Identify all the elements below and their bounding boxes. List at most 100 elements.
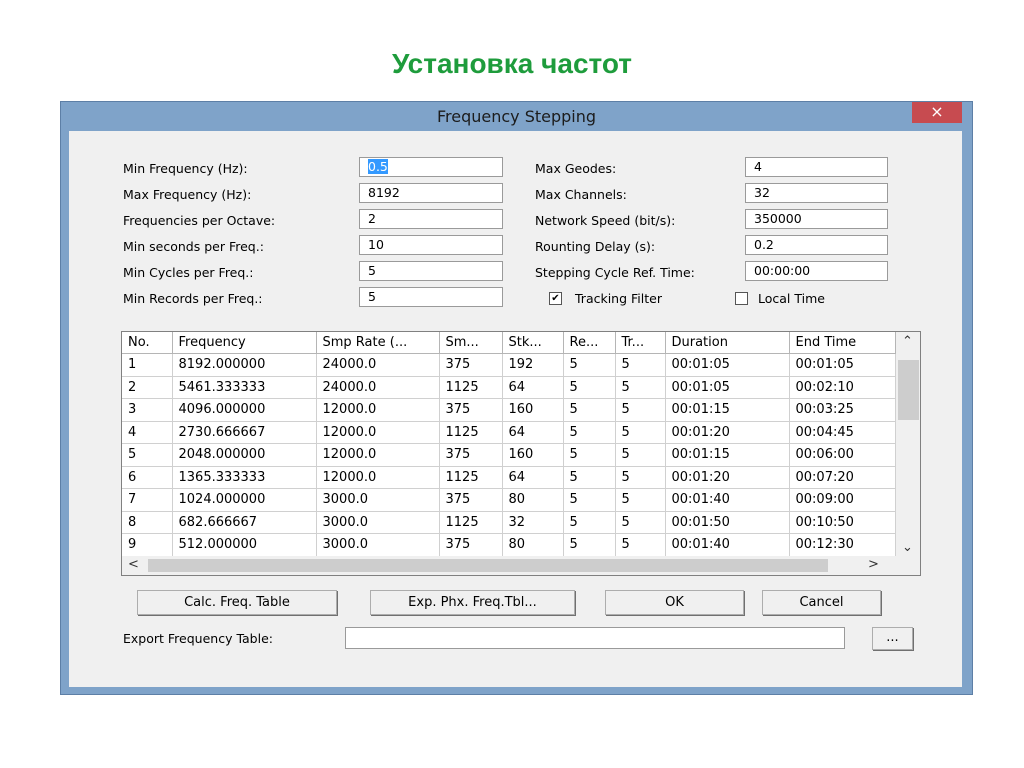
table-cell: 375 [439,533,503,557]
cancel-button[interactable]: Cancel [762,590,881,615]
table-cell: 1024.000000 [172,488,317,512]
table-cell: 5 [563,376,616,399]
table-cell: 3000.0 [316,511,440,534]
table-cell: 1 [122,353,173,377]
min-cycles-field[interactable]: 5 [359,261,503,281]
network-speed-field[interactable]: 350000 [745,209,888,229]
table-cell: 1125 [439,511,503,534]
table-cell: 5 [615,398,666,422]
column-header[interactable]: Tr... [615,332,666,354]
scroll-left-arrow[interactable]: < [128,557,139,572]
close-button[interactable]: × [912,102,962,123]
table-row[interactable]: 9 512.000000 3000.0 375 80 5 5 00:01:40 00:12:30 [122,533,896,557]
table-cell: 5 [563,398,616,422]
table-cell: 4 [122,421,173,444]
max-geodes-field[interactable]: 4 [745,157,888,177]
frequency-stepping-dialog: Frequency Stepping × Min Frequency (Hz):… [60,101,973,695]
min-records-label: Min Records per Freq.: [123,291,263,306]
table-cell: 160 [502,443,564,467]
table-cell: 1365.333333 [172,466,317,489]
table-cell: 8192.000000 [172,353,317,377]
table-row[interactable]: 7 1024.000000 3000.0 375 80 5 5 00:01:40 00:09:0… [122,488,896,512]
table-cell: 00:01:05 [665,376,790,399]
table-cell: 6 [122,466,173,489]
local-time-checkbox[interactable] [735,292,748,305]
table-cell: 2730.666667 [172,421,317,444]
min-frequency-field[interactable]: 0.5 [359,157,503,177]
table-row[interactable]: 3 4096.000000 12000.0 375 160 5 5 00:01:15 00:03… [122,398,896,422]
table-cell: 192 [502,353,564,377]
column-header[interactable]: Stk... [502,332,564,354]
table-row[interactable]: 2 5461.333333 24000.0 1125 64 5 5 00:01:05 00:02… [122,376,896,399]
table-cell: 160 [502,398,564,422]
table-cell: 375 [439,398,503,422]
table-cell: 5 [122,443,173,467]
table-cell: 00:01:40 [665,488,790,512]
table-cell: 5 [615,488,666,512]
max-geodes-label: Max Geodes: [535,161,617,176]
column-header[interactable]: End Time [789,332,896,354]
tracking-filter-checkbox[interactable]: ✔ [549,292,562,305]
min-records-field[interactable]: 5 [359,287,503,307]
table-cell: 375 [439,488,503,512]
max-channels-field[interactable]: 32 [745,183,888,203]
routing-delay-field[interactable]: 0.2 [745,235,888,255]
export-path-field[interactable] [345,627,845,649]
routing-delay-label: Rounting Delay (s): [535,239,656,254]
table-cell: 3000.0 [316,488,440,512]
table-cell: 64 [502,466,564,489]
column-header[interactable]: Duration [665,332,790,354]
table-row[interactable]: 5 2048.000000 12000.0 375 160 5 5 00:01:15 00:06… [122,443,896,467]
horizontal-scrollbar[interactable]: < > [122,556,896,575]
table-cell: 9 [122,533,173,557]
table-cell: 00:02:10 [789,376,896,399]
calc-freq-table-button[interactable]: Calc. Freq. Table [137,590,337,615]
table-row[interactable]: 1 8192.000000 24000.0 375 192 5 5 00:01:05 00:01… [122,353,896,377]
table-cell: 12000.0 [316,398,440,422]
table-cell: 00:01:50 [665,511,790,534]
table-cell: 12000.0 [316,421,440,444]
column-header[interactable]: Re... [563,332,616,354]
frequencies-per-octave-field[interactable]: 2 [359,209,503,229]
table-cell: 5 [615,421,666,444]
scroll-right-arrow[interactable]: > [868,557,879,572]
column-header[interactable]: Frequency [172,332,317,354]
browse-button[interactable]: ... [872,627,913,650]
scroll-down-arrow[interactable]: ⌄ [902,540,913,555]
table-cell: 1125 [439,466,503,489]
table-header-row: No. Frequency Smp Rate (... Sm... Stk... Re..… [122,332,896,354]
min-seconds-field[interactable]: 10 [359,235,503,255]
ok-button[interactable]: OK [605,590,744,615]
min-frequency-label: Min Frequency (Hz): [123,161,248,176]
table-cell: 5 [615,511,666,534]
horizontal-scroll-thumb[interactable] [148,559,828,572]
table-cell: 5 [615,466,666,489]
max-frequency-label: Max Frequency (Hz): [123,187,252,202]
table-row[interactable]: 8 682.666667 3000.0 1125 32 5 5 00:01:50 00:10:5… [122,511,896,534]
export-phx-freq-table-button[interactable]: Exp. Phx. Freq.Tbl... [370,590,575,615]
table-cell: 5 [563,353,616,377]
column-header[interactable]: Smp Rate (... [316,332,440,354]
column-header[interactable]: No. [122,332,173,354]
frequency-table[interactable]: No. Frequency Smp Rate (... Sm... Stk... Re..… [121,331,921,576]
table-cell: 5 [563,488,616,512]
vertical-scrollbar[interactable]: ⌃ ⌄ [896,332,920,575]
table-cell: 24000.0 [316,353,440,377]
table-cell: 5 [615,443,666,467]
table-cell: 512.000000 [172,533,317,557]
column-header[interactable]: Sm... [439,332,503,354]
table-row[interactable]: 6 1365.333333 12000.0 1125 64 5 5 00:01:20 00:07… [122,466,896,489]
network-speed-label: Network Speed (bit/s): [535,213,676,228]
table-row[interactable]: 4 2730.666667 12000.0 1125 64 5 5 00:01:20 00:04… [122,421,896,444]
scroll-up-arrow[interactable]: ⌃ [902,334,913,349]
table-cell: 00:06:00 [789,443,896,467]
table-cell: 00:09:00 [789,488,896,512]
stepping-cycle-ref-time-field[interactable]: 00:00:00 [745,261,888,281]
table-cell: 00:01:05 [789,353,896,377]
table-cell: 00:12:30 [789,533,896,557]
max-frequency-field[interactable]: 8192 [359,183,503,203]
table-body: 1 8192.000000 24000.0 375 192 5 5 00:01:05 00:01… [122,353,896,575]
title-bar[interactable]: Frequency Stepping × [61,102,972,131]
vertical-scroll-thumb[interactable] [898,360,919,420]
table-cell: 80 [502,533,564,557]
